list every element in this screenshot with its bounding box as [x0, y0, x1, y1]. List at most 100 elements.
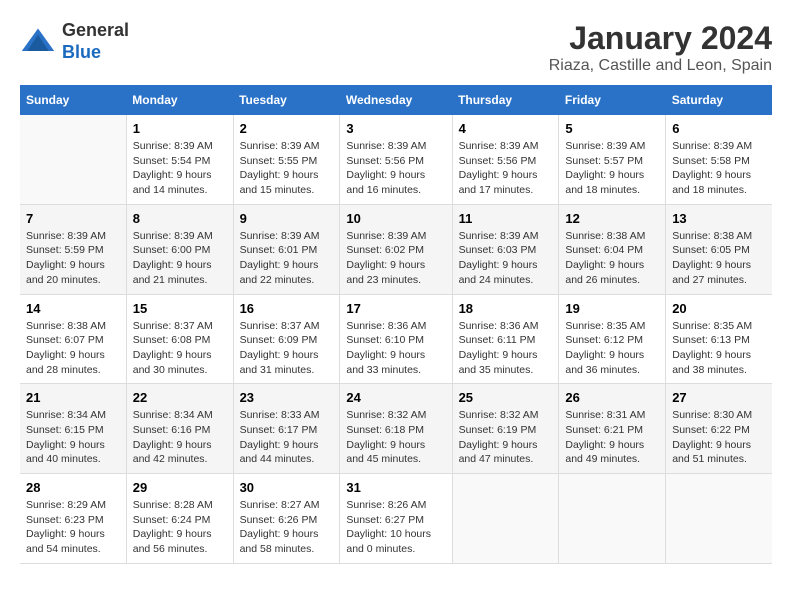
page-header: General Blue January 2024 Riaza, Castill…: [20, 20, 772, 75]
day-number: 20: [672, 301, 766, 316]
day-number: 27: [672, 390, 766, 405]
day-number: 22: [133, 390, 227, 405]
day-number: 25: [459, 390, 553, 405]
logo-general: General: [62, 20, 129, 40]
calendar-week-2: 7 Sunrise: 8:39 AMSunset: 5:59 PMDaylight…: [20, 204, 772, 294]
header-monday: Monday: [126, 85, 233, 115]
day-content: Sunrise: 8:39 AMSunset: 5:56 PMDaylight:…: [346, 139, 445, 198]
day-content: Sunrise: 8:39 AMSunset: 6:03 PMDaylight:…: [459, 229, 553, 288]
day-number: 1: [133, 121, 227, 136]
day-content: Sunrise: 8:39 AMSunset: 6:01 PMDaylight:…: [240, 229, 334, 288]
calendar-week-5: 28 Sunrise: 8:29 AMSunset: 6:23 PMDayligh…: [20, 474, 772, 564]
calendar-cell: 2 Sunrise: 8:39 AMSunset: 5:55 PMDaylight…: [233, 115, 340, 204]
logo-blue: Blue: [62, 42, 101, 62]
calendar-cell: 30 Sunrise: 8:27 AMSunset: 6:26 PMDayligh…: [233, 474, 340, 564]
logo-text: General Blue: [62, 20, 129, 63]
calendar-cell: 11Sunrise: 8:39 AMSunset: 6:03 PMDayligh…: [452, 204, 559, 294]
day-number: 16: [240, 301, 334, 316]
calendar-cell: 28 Sunrise: 8:29 AMSunset: 6:23 PMDayligh…: [20, 474, 126, 564]
day-content: Sunrise: 8:28 AMSunset: 6:24 PMDaylight:…: [133, 498, 227, 557]
day-number: 2: [240, 121, 334, 136]
day-number: 29: [133, 480, 227, 495]
header-wednesday: Wednesday: [340, 85, 452, 115]
calendar-cell: [452, 474, 559, 564]
calendar-cell: 24 Sunrise: 8:32 AMSunset: 6:18 PMDayligh…: [340, 384, 452, 474]
day-content: Sunrise: 8:39 AMSunset: 6:00 PMDaylight:…: [133, 229, 227, 288]
calendar-cell: 7 Sunrise: 8:39 AMSunset: 5:59 PMDaylight…: [20, 204, 126, 294]
calendar-cell: 9 Sunrise: 8:39 AMSunset: 6:01 PMDaylight…: [233, 204, 340, 294]
calendar-header-row: SundayMondayTuesdayWednesdayThursdayFrid…: [20, 85, 772, 115]
calendar-cell: 18 Sunrise: 8:36 AMSunset: 6:11 PMDayligh…: [452, 294, 559, 384]
calendar-cell: 25 Sunrise: 8:32 AMSunset: 6:19 PMDayligh…: [452, 384, 559, 474]
page-title: January 2024: [549, 20, 772, 57]
day-content: Sunrise: 8:39 AMSunset: 5:56 PMDaylight:…: [459, 139, 553, 198]
calendar-cell: 4 Sunrise: 8:39 AMSunset: 5:56 PMDaylight…: [452, 115, 559, 204]
day-content: Sunrise: 8:37 AMSunset: 6:08 PMDaylight:…: [133, 319, 227, 378]
header-sunday: Sunday: [20, 85, 126, 115]
calendar-cell: 10Sunrise: 8:39 AMSunset: 6:02 PMDayligh…: [340, 204, 452, 294]
day-content: Sunrise: 8:39 AMSunset: 5:55 PMDaylight:…: [240, 139, 334, 198]
day-content: Sunrise: 8:27 AMSunset: 6:26 PMDaylight:…: [240, 498, 334, 557]
calendar-cell: 17 Sunrise: 8:36 AMSunset: 6:10 PMDayligh…: [340, 294, 452, 384]
calendar-cell: 27 Sunrise: 8:30 AMSunset: 6:22 PMDayligh…: [666, 384, 772, 474]
day-content: Sunrise: 8:35 AMSunset: 6:12 PMDaylight:…: [565, 319, 659, 378]
day-number: 12: [565, 211, 659, 226]
calendar-cell: 6Sunrise: 8:39 AMSunset: 5:58 PMDaylight…: [666, 115, 772, 204]
day-content: Sunrise: 8:39 AMSunset: 6:02 PMDaylight:…: [346, 229, 445, 288]
day-content: Sunrise: 8:33 AMSunset: 6:17 PMDaylight:…: [240, 408, 334, 467]
day-content: Sunrise: 8:38 AMSunset: 6:07 PMDaylight:…: [26, 319, 120, 378]
day-number: 8: [133, 211, 227, 226]
title-area: January 2024 Riaza, Castille and Leon, S…: [549, 20, 772, 75]
day-number: 24: [346, 390, 445, 405]
page-subtitle: Riaza, Castille and Leon, Spain: [549, 57, 772, 75]
day-number: 26: [565, 390, 659, 405]
calendar-cell: [666, 474, 772, 564]
calendar-week-3: 14Sunrise: 8:38 AMSunset: 6:07 PMDayligh…: [20, 294, 772, 384]
calendar-cell: 5Sunrise: 8:39 AMSunset: 5:57 PMDaylight…: [559, 115, 666, 204]
day-content: Sunrise: 8:31 AMSunset: 6:21 PMDaylight:…: [565, 408, 659, 467]
calendar-cell: 12 Sunrise: 8:38 AMSunset: 6:04 PMDayligh…: [559, 204, 666, 294]
day-number: 23: [240, 390, 334, 405]
day-content: Sunrise: 8:34 AMSunset: 6:16 PMDaylight:…: [133, 408, 227, 467]
header-saturday: Saturday: [666, 85, 772, 115]
day-content: Sunrise: 8:29 AMSunset: 6:23 PMDaylight:…: [26, 498, 120, 557]
day-number: 30: [240, 480, 334, 495]
calendar-cell: 13 Sunrise: 8:38 AMSunset: 6:05 PMDayligh…: [666, 204, 772, 294]
calendar-cell: 8 Sunrise: 8:39 AMSunset: 6:00 PMDaylight…: [126, 204, 233, 294]
day-number: 9: [240, 211, 334, 226]
day-number: 13: [672, 211, 766, 226]
day-content: Sunrise: 8:36 AMSunset: 6:10 PMDaylight:…: [346, 319, 445, 378]
day-content: Sunrise: 8:38 AMSunset: 6:05 PMDaylight:…: [672, 229, 766, 288]
header-thursday: Thursday: [452, 85, 559, 115]
calendar-cell: 3 Sunrise: 8:39 AMSunset: 5:56 PMDaylight…: [340, 115, 452, 204]
calendar-cell: 20 Sunrise: 8:35 AMSunset: 6:13 PMDayligh…: [666, 294, 772, 384]
day-content: Sunrise: 8:32 AMSunset: 6:19 PMDaylight:…: [459, 408, 553, 467]
calendar-week-1: 1 Sunrise: 8:39 AMSunset: 5:54 PMDaylight…: [20, 115, 772, 204]
day-content: Sunrise: 8:39 AMSunset: 5:59 PMDaylight:…: [26, 229, 120, 288]
day-number: 3: [346, 121, 445, 136]
day-number: 4: [459, 121, 553, 136]
day-content: Sunrise: 8:39 AMSunset: 5:54 PMDaylight:…: [133, 139, 227, 198]
day-content: Sunrise: 8:35 AMSunset: 6:13 PMDaylight:…: [672, 319, 766, 378]
day-number: 7: [26, 211, 120, 226]
calendar-cell: 16Sunrise: 8:37 AMSunset: 6:09 PMDayligh…: [233, 294, 340, 384]
day-number: 28: [26, 480, 120, 495]
calendar-cell: 19Sunrise: 8:35 AMSunset: 6:12 PMDayligh…: [559, 294, 666, 384]
day-number: 31: [346, 480, 445, 495]
day-content: Sunrise: 8:36 AMSunset: 6:11 PMDaylight:…: [459, 319, 553, 378]
day-number: 18: [459, 301, 553, 316]
calendar-cell: 14Sunrise: 8:38 AMSunset: 6:07 PMDayligh…: [20, 294, 126, 384]
day-content: Sunrise: 8:32 AMSunset: 6:18 PMDaylight:…: [346, 408, 445, 467]
calendar-cell: 1 Sunrise: 8:39 AMSunset: 5:54 PMDaylight…: [126, 115, 233, 204]
header-tuesday: Tuesday: [233, 85, 340, 115]
day-number: 17: [346, 301, 445, 316]
calendar-cell: 15 Sunrise: 8:37 AMSunset: 6:08 PMDayligh…: [126, 294, 233, 384]
calendar-cell: 29 Sunrise: 8:28 AMSunset: 6:24 PMDayligh…: [126, 474, 233, 564]
logo-icon: [20, 24, 56, 60]
day-number: 15: [133, 301, 227, 316]
calendar-cell: 31Sunrise: 8:26 AMSunset: 6:27 PMDayligh…: [340, 474, 452, 564]
day-content: Sunrise: 8:30 AMSunset: 6:22 PMDaylight:…: [672, 408, 766, 467]
day-number: 21: [26, 390, 120, 405]
day-content: Sunrise: 8:38 AMSunset: 6:04 PMDaylight:…: [565, 229, 659, 288]
calendar-cell: 23 Sunrise: 8:33 AMSunset: 6:17 PMDayligh…: [233, 384, 340, 474]
